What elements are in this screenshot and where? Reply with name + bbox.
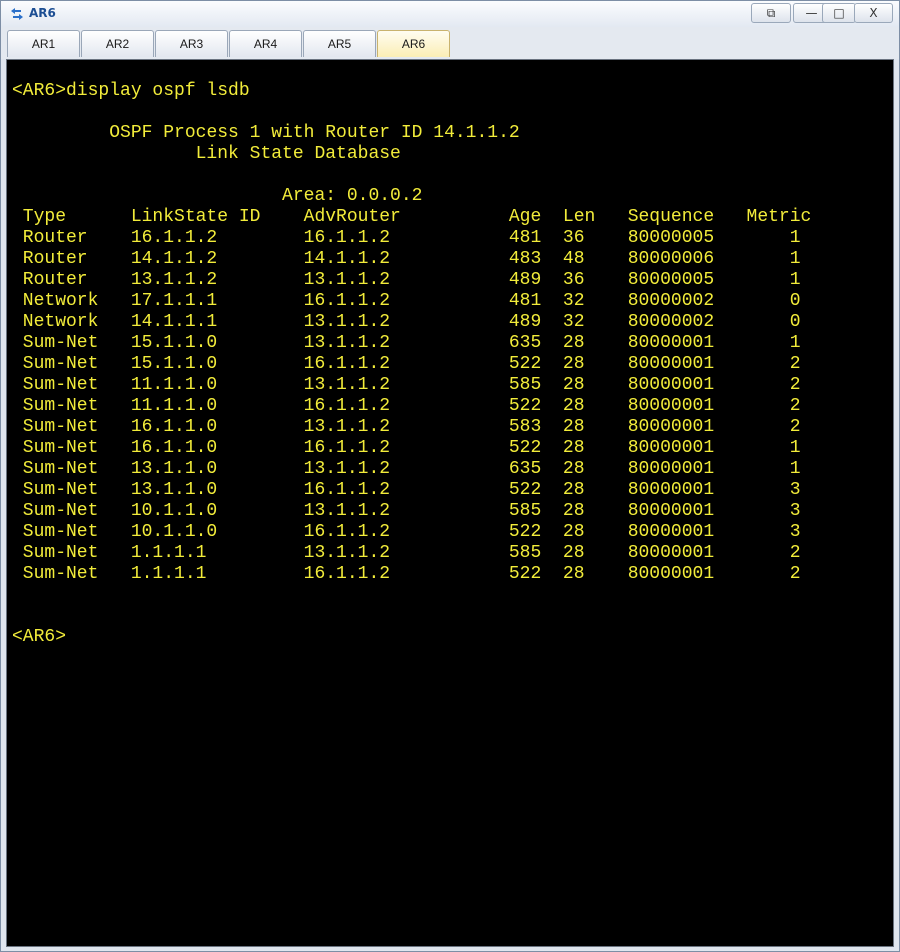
terminal-line: Link State Database: [12, 144, 401, 164]
terminal-window: AR6 ⧉ — □ X AR1 AR2 AR3 AR4 AR5 AR6 <AR6…: [0, 0, 900, 952]
window-title: AR6: [29, 6, 56, 20]
tab-label: AR4: [253, 37, 278, 51]
terminal-line: Sum-Net 15.1.1.0 16.1.1.2 522 28 8000000…: [12, 354, 801, 374]
tab-ar4[interactable]: AR4: [229, 30, 302, 57]
terminal-line: Router 16.1.1.2 16.1.1.2 481 36 80000005…: [12, 228, 801, 248]
terminal-line: Sum-Net 10.1.1.0 13.1.1.2 585 28 8000000…: [12, 501, 801, 521]
close-icon: X: [869, 6, 878, 20]
tab-label: AR2: [105, 37, 130, 51]
terminal-line: OSPF Process 1 with Router ID 14.1.1.2: [12, 123, 520, 143]
minimize-icon: —: [805, 6, 818, 20]
maximize-button[interactable]: □: [822, 3, 856, 23]
tab-ar2[interactable]: AR2: [81, 30, 154, 57]
tab-label: AR5: [327, 37, 352, 51]
tab-ar6[interactable]: AR6: [377, 30, 450, 57]
restore-button[interactable]: ⧉: [751, 3, 791, 23]
terminal-line: Network 14.1.1.1 13.1.1.2 489 32 8000000…: [12, 312, 801, 332]
terminal-output: <AR6>display ospf lsdb OSPF Process 1 wi…: [12, 81, 811, 648]
tab-ar3[interactable]: AR3: [155, 30, 228, 57]
restore-icon: ⧉: [766, 5, 776, 20]
tab-ar1[interactable]: AR1: [7, 30, 80, 57]
terminal-line: Sum-Net 15.1.1.0 13.1.1.2 635 28 8000000…: [12, 333, 801, 353]
terminal-line: Sum-Net 1.1.1.1 16.1.1.2 522 28 80000001…: [12, 564, 801, 584]
terminal-line: Network 17.1.1.1 16.1.1.2 481 32 8000000…: [12, 291, 801, 311]
maximize-icon: □: [833, 6, 845, 20]
router-app-icon: [11, 8, 23, 20]
terminal-line: <AR6>: [12, 627, 67, 647]
device-tab-bar: AR1 AR2 AR3 AR4 AR5 AR6: [1, 27, 899, 59]
title-bar[interactable]: AR6 ⧉ — □ X: [1, 1, 899, 27]
terminal-line: Type LinkState ID AdvRouter Age Len Sequ…: [12, 207, 812, 227]
close-button[interactable]: X: [854, 3, 893, 23]
terminal-line: Sum-Net 13.1.1.0 16.1.1.2 522 28 8000000…: [12, 480, 801, 500]
tab-label: AR1: [31, 37, 56, 51]
tab-label: AR6: [401, 37, 426, 51]
terminal-line: Sum-Net 13.1.1.0 13.1.1.2 635 28 8000000…: [12, 459, 801, 479]
terminal-line: Sum-Net 16.1.1.0 16.1.1.2 522 28 8000000…: [12, 438, 801, 458]
terminal-line: Router 13.1.1.2 13.1.1.2 489 36 80000005…: [12, 270, 801, 290]
terminal-console[interactable]: <AR6>display ospf lsdb OSPF Process 1 wi…: [6, 59, 894, 947]
terminal-line: Sum-Net 11.1.1.0 13.1.1.2 585 28 8000000…: [12, 375, 801, 395]
terminal-line: Area: 0.0.0.2: [12, 186, 423, 206]
terminal-line: Sum-Net 10.1.1.0 16.1.1.2 522 28 8000000…: [12, 522, 801, 542]
terminal-line: Router 14.1.1.2 14.1.1.2 483 48 80000006…: [12, 249, 801, 269]
terminal-line: Sum-Net 11.1.1.0 16.1.1.2 522 28 8000000…: [12, 396, 801, 416]
tab-label: AR3: [179, 37, 204, 51]
terminal-line: <AR6>display ospf lsdb: [12, 81, 250, 101]
terminal-line: Sum-Net 16.1.1.0 13.1.1.2 583 28 8000000…: [12, 417, 801, 437]
terminal-line: Sum-Net 1.1.1.1 13.1.1.2 585 28 80000001…: [12, 543, 801, 563]
tab-ar5[interactable]: AR5: [303, 30, 376, 57]
